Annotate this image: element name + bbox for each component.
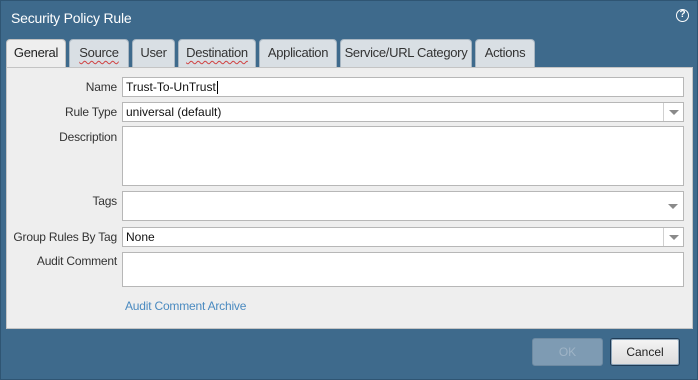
audit-comment-label: Audit Comment xyxy=(36,254,117,268)
rule-type-label: Rule Type xyxy=(64,105,117,119)
tab-service-url-category[interactable]: Service/URL Category xyxy=(340,39,472,67)
audit-comment-textarea[interactable] xyxy=(122,252,684,287)
tab-actions[interactable]: Actions xyxy=(475,39,535,67)
ok-button[interactable]: OK xyxy=(532,338,603,366)
tab-bar: General Source User Destination Applicat… xyxy=(6,39,696,69)
tab-general-label: General xyxy=(13,45,59,60)
tags-label: Tags xyxy=(92,194,117,208)
general-tab-panel: Name Trust-To-UnTrust Rule Type universa… xyxy=(6,67,693,329)
chevron-down-icon[interactable] xyxy=(663,228,683,246)
tab-user-label: User xyxy=(140,45,167,60)
text-cursor xyxy=(216,81,218,95)
tab-source-label: Source xyxy=(79,45,119,60)
tab-source[interactable]: Source xyxy=(69,39,129,67)
audit-comment-archive-link[interactable]: Audit Comment Archive xyxy=(125,299,246,313)
cancel-button[interactable]: Cancel xyxy=(610,338,680,366)
name-input[interactable]: Trust-To-UnTrust xyxy=(122,77,684,97)
tab-general[interactable]: General xyxy=(6,39,66,69)
tab-user[interactable]: User xyxy=(132,39,175,67)
tab-application-label: Application xyxy=(267,45,329,60)
chevron-down-icon[interactable] xyxy=(663,197,683,215)
group-rules-by-tag-label: Group Rules By Tag xyxy=(13,230,117,244)
tab-application[interactable]: Application xyxy=(259,39,337,67)
name-value: Trust-To-UnTrust xyxy=(126,80,216,94)
dialog-titlebar[interactable]: Security Policy Rule ? xyxy=(1,1,697,35)
rule-type-select[interactable]: universal (default) xyxy=(122,102,684,122)
description-label: Description xyxy=(59,130,117,144)
rule-type-value: universal (default) xyxy=(126,105,222,119)
help-icon[interactable]: ? xyxy=(676,9,689,22)
description-textarea[interactable] xyxy=(122,126,684,186)
tags-input[interactable] xyxy=(122,191,684,221)
tab-service-url-category-label: Service/URL Category xyxy=(344,45,468,60)
name-label: Name xyxy=(85,80,117,94)
dialog-title: Security Policy Rule xyxy=(11,10,132,26)
group-rules-by-tag-value: None xyxy=(126,230,155,244)
tab-actions-label: Actions xyxy=(484,45,526,60)
security-policy-rule-dialog: Security Policy Rule ? General Source Us… xyxy=(0,0,698,380)
group-rules-by-tag-select[interactable]: None xyxy=(122,227,684,247)
tab-destination[interactable]: Destination xyxy=(178,39,256,67)
chevron-down-icon[interactable] xyxy=(663,103,683,121)
tab-destination-label: Destination xyxy=(186,45,248,60)
